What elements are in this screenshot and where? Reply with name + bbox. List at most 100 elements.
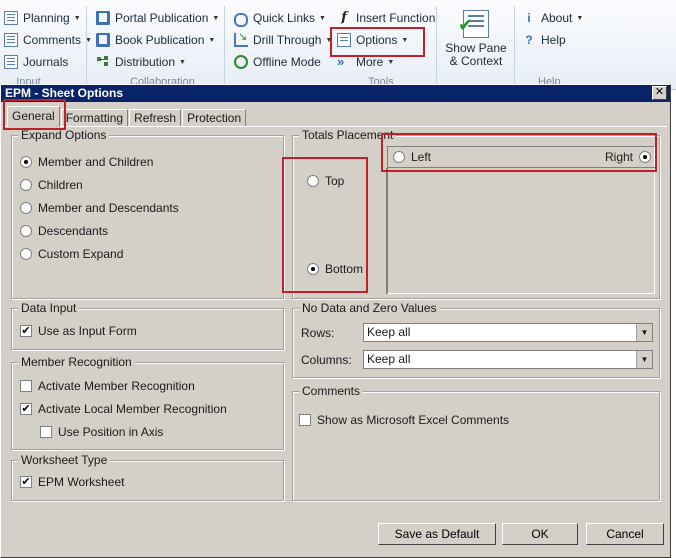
tab-general[interactable]: General <box>7 106 60 127</box>
columns-label: Columns: <box>301 353 352 367</box>
radio-button[interactable] <box>20 179 32 191</box>
radio-button[interactable] <box>307 175 319 187</box>
offline-mode-icon <box>234 55 248 69</box>
offline-mode-button[interactable]: Offline Mode <box>234 53 321 71</box>
radio-left[interactable]: Left <box>393 149 431 165</box>
radio-button[interactable] <box>393 151 405 163</box>
expand-options-title: Expand Options <box>18 128 110 142</box>
dropdown-arrow-icon[interactable]: ▼ <box>636 324 652 341</box>
dropdown-arrow-icon[interactable]: ▼ <box>636 351 652 368</box>
book-publication-button[interactable]: Book Publication ▼ <box>96 31 215 49</box>
ok-button[interactable]: OK <box>502 523 578 545</box>
link-icon <box>234 12 248 27</box>
radio-button[interactable] <box>20 156 32 168</box>
radio-button[interactable] <box>639 151 652 163</box>
comments-icon <box>4 33 18 47</box>
radio-right[interactable]: Right <box>605 149 652 165</box>
worksheet-type-title: Worksheet Type <box>18 453 111 467</box>
member-recognition-title: Member Recognition <box>18 355 135 369</box>
totals-preview-frame <box>387 146 655 294</box>
radio-button[interactable] <box>20 202 32 214</box>
portal-publication-button[interactable]: Portal Publication ▼ <box>96 9 219 27</box>
checkbox-activate-member-recognition[interactable]: Activate Member Recognition <box>20 378 195 394</box>
comments-group: Comments Show as Microsoft Excel Comment… <box>292 384 660 501</box>
drill-through-icon <box>234 30 248 47</box>
radio-member-and-children[interactable]: Member and Children <box>20 154 153 170</box>
radio-button[interactable] <box>307 263 319 275</box>
tab-protection[interactable]: Protection <box>182 109 247 127</box>
save-as-default-button[interactable]: Save as Default <box>378 523 496 545</box>
options-button[interactable]: Options ▼ <box>337 31 408 49</box>
planning-icon <box>4 11 18 25</box>
no-data-zero-values-group: No Data and Zero Values Rows: Keep all ▼ … <box>292 301 660 378</box>
radio-children[interactable]: Children <box>20 177 83 193</box>
radio-button[interactable] <box>20 248 32 260</box>
dialog-title: EPM - Sheet Options <box>5 86 124 100</box>
ribbon-separator <box>436 6 437 84</box>
journals-button[interactable]: Journals <box>4 53 68 71</box>
chevron-down-icon: ▼ <box>387 58 395 66</box>
double-chevron-icon: » <box>337 54 345 69</box>
tab-refresh[interactable]: Refresh <box>129 109 182 127</box>
radio-button[interactable] <box>20 225 32 237</box>
checkbox-show-as-excel-comments[interactable]: Show as Microsoft Excel Comments <box>299 412 509 428</box>
checkbox[interactable]: ✔ <box>20 476 32 488</box>
checkbox[interactable] <box>20 380 32 392</box>
cancel-button[interactable]: Cancel <box>586 523 664 545</box>
quick-links-button[interactable]: Quick Links ▼ <box>234 9 326 27</box>
rows-select[interactable]: Keep all ▼ <box>363 323 653 342</box>
checkbox-use-position-in-axis[interactable]: Use Position in Axis <box>40 424 163 440</box>
info-icon: i <box>527 11 531 25</box>
radio-member-and-descendants[interactable]: Member and Descendants <box>20 200 179 216</box>
help-button[interactable]: ? Help <box>522 31 565 49</box>
data-input-title: Data Input <box>18 301 80 315</box>
insert-function-button[interactable]: f Insert Function <box>337 9 435 27</box>
dialog-titlebar: EPM - Sheet Options ✕ <box>1 85 670 102</box>
checkbox[interactable] <box>40 426 52 438</box>
rows-label: Rows: <box>301 326 335 340</box>
ribbon-separator <box>224 6 225 84</box>
tab-divider <box>5 126 667 127</box>
chevron-down-icon: ▼ <box>73 14 81 22</box>
drill-through-button[interactable]: Drill Through▼ <box>234 30 333 49</box>
expand-options-group: Expand Options Member and Children Child… <box>11 128 284 299</box>
checkbox[interactable]: ✔ <box>20 403 32 415</box>
radio-custom-expand[interactable]: Custom Expand <box>20 246 123 262</box>
checkbox[interactable]: ✔ <box>20 325 32 337</box>
chevron-down-icon: ▼ <box>319 14 326 22</box>
portal-publication-icon <box>96 11 110 25</box>
radio-top[interactable]: Top <box>307 173 344 189</box>
chevron-down-icon: ▼ <box>212 14 220 22</box>
epm-ribbon: Planning ▼ Comments ▼ Journals ... Input P… <box>0 0 676 90</box>
checkbox-use-as-input-form[interactable]: ✔ Use as Input Form <box>20 323 137 339</box>
chevron-down-icon: ▼ <box>401 36 409 44</box>
help-icon: ? <box>525 33 533 47</box>
about-button[interactable]: i About ▼ <box>522 9 583 27</box>
checkbox[interactable] <box>299 414 311 426</box>
close-button[interactable]: ✕ <box>652 86 667 100</box>
radio-descendants[interactable]: Descendants <box>20 223 108 239</box>
comments-button[interactable]: Comments ▼ <box>4 31 92 49</box>
distribution-button[interactable]: Distribution ▼ <box>96 53 186 71</box>
sheet-options-dialog: EPM - Sheet Options ✕ General Formatting… <box>0 84 671 558</box>
ribbon-separator <box>86 6 87 84</box>
show-pane-context-button[interactable]: Show Pane & Context <box>442 8 510 74</box>
columns-select[interactable]: Keep all ▼ <box>363 350 653 369</box>
radio-bottom[interactable]: Bottom <box>307 261 363 277</box>
planning-button[interactable]: Planning ▼ <box>4 9 81 27</box>
show-pane-icon <box>458 10 489 38</box>
comments-title: Comments <box>299 384 364 398</box>
journals-icon <box>4 55 18 69</box>
chevron-down-icon: ▼ <box>325 36 333 44</box>
more-button[interactable]: » More ▼ <box>337 53 394 71</box>
totals-placement-title: Totals Placement <box>299 128 397 142</box>
chevron-down-icon: ▼ <box>179 58 186 66</box>
checkbox-epm-worksheet[interactable]: ✔ EPM Worksheet <box>20 474 124 490</box>
no-data-title: No Data and Zero Values <box>299 301 440 315</box>
ribbon-separator <box>514 6 515 84</box>
checkbox-activate-local-member-recognition[interactable]: ✔ Activate Local Member Recognition <box>20 401 227 417</box>
data-input-group: Data Input ✔ Use as Input Form <box>11 301 284 350</box>
book-publication-icon <box>96 33 110 47</box>
tab-formatting[interactable]: Formatting <box>60 109 129 127</box>
tab-strip: General Formatting Refresh Protection <box>7 105 247 127</box>
